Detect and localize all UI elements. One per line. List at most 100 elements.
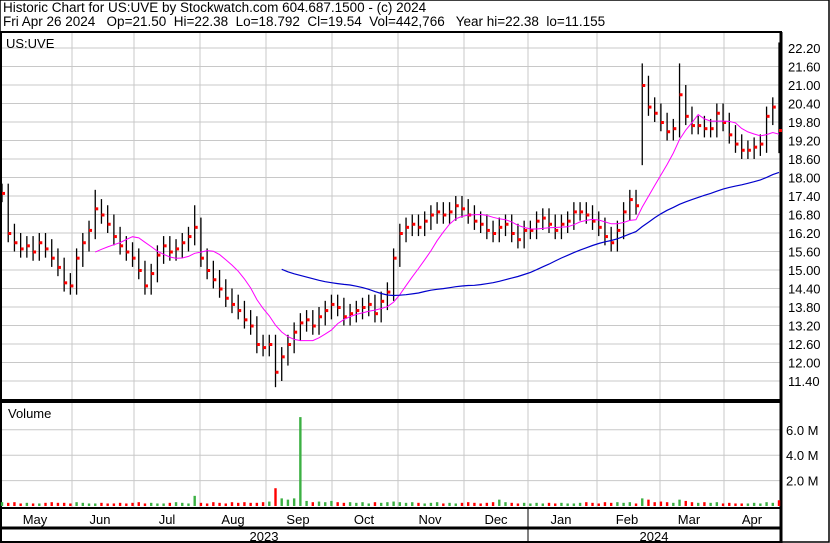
close-tick [399, 232, 403, 235]
volume-bar [174, 502, 178, 506]
volume-bar [572, 503, 576, 506]
close-tick [194, 225, 198, 229]
volume-bar [348, 502, 352, 506]
volume-bar [218, 502, 221, 506]
close-tick [14, 241, 18, 245]
volume-bar [448, 502, 451, 506]
close-tick [256, 343, 260, 346]
close-tick [89, 228, 93, 232]
close-tick [8, 232, 12, 235]
volume-bar [435, 502, 439, 506]
volume-bar [249, 502, 252, 506]
price-tick-label: 15.00 [788, 263, 821, 278]
volume-bar [560, 502, 563, 506]
close-tick [443, 213, 447, 217]
close-tick [505, 222, 509, 226]
close-tick [306, 318, 310, 322]
volume-bar [13, 502, 16, 506]
close-tick [200, 256, 204, 260]
close-tick [138, 269, 142, 272]
price-tick-label: 12.60 [788, 337, 821, 352]
volume-bar [106, 503, 109, 506]
price-chart: 22.20 21.60 21.00 20.40 19.80 19.20 18.60 18.00… [0, 0, 830, 543]
close-tick [51, 256, 55, 260]
volume-bar [641, 498, 644, 506]
volume-bar [50, 502, 53, 506]
close-tick [319, 315, 323, 319]
price-tick-label: 16.20 [788, 226, 821, 241]
close-tick [679, 93, 683, 97]
close-tick [281, 355, 285, 359]
volume-bar [330, 500, 333, 506]
volume-bar [647, 499, 650, 506]
volume-bar [243, 502, 246, 506]
close-tick [57, 265, 61, 269]
close-tick [449, 210, 453, 214]
volume-bar [255, 502, 259, 506]
volume-bar [81, 502, 85, 506]
volume-bar [522, 502, 526, 506]
volume-bar [765, 502, 768, 506]
price-tick-label: 19.80 [788, 115, 821, 130]
close-tick [312, 324, 316, 328]
close-tick [573, 210, 577, 214]
volume-bar [591, 502, 594, 506]
volume-bar [460, 502, 464, 506]
volume-bar [398, 502, 402, 506]
month-label-dec: Dec [484, 512, 508, 527]
volume-bar [7, 502, 10, 506]
close-tick [517, 238, 521, 242]
close-tick [263, 346, 267, 350]
close-tick [269, 343, 273, 346]
volume-bar [423, 503, 426, 506]
volume-bar [118, 502, 122, 506]
close-tick [499, 225, 503, 229]
price-tick-label: 17.40 [788, 189, 821, 204]
close-tick [381, 299, 385, 303]
volume-bar [311, 502, 314, 506]
price-tick-label: 13.80 [788, 300, 821, 315]
volume-bar [603, 502, 607, 506]
close-tick [219, 287, 223, 291]
month-label-feb: Feb [616, 512, 638, 527]
close-tick [536, 219, 540, 223]
close-tick [586, 213, 590, 217]
volume-bar [224, 503, 227, 506]
volume-bar [442, 503, 445, 506]
close-tick [163, 244, 167, 248]
volume-bar [622, 502, 625, 506]
volume-label: Volume [8, 406, 51, 421]
close-tick [704, 127, 708, 131]
month-label-mar: Mar [678, 512, 701, 527]
month-label-aug: Aug [221, 512, 244, 527]
volume-bar [516, 503, 520, 506]
volume-bar [759, 503, 762, 506]
volume-bar [355, 502, 358, 506]
month-label-jul: Jul [159, 512, 176, 527]
volume-bar [634, 503, 638, 506]
close-tick [33, 250, 37, 254]
volume-bar [566, 503, 569, 506]
price-tick-label: 12.00 [788, 356, 821, 371]
volume-bar [734, 503, 737, 506]
close-tick [325, 309, 329, 313]
close-tick [2, 191, 5, 195]
close-tick [169, 250, 173, 254]
volume-bar [752, 502, 756, 506]
close-tick [113, 235, 117, 239]
volume-bar [609, 502, 613, 506]
volume-bar [305, 500, 308, 506]
volume-bar [672, 502, 675, 506]
volume-bar [417, 502, 420, 506]
close-tick [747, 148, 751, 152]
close-tick [362, 306, 366, 309]
price-tick-label: 15.60 [788, 245, 821, 260]
volume-bar [292, 498, 296, 506]
volume-bar [411, 502, 414, 506]
volume-bar [317, 501, 321, 506]
close-tick [480, 222, 484, 226]
close-tick [144, 284, 148, 288]
volume-bar [342, 502, 346, 506]
close-tick [20, 247, 24, 251]
close-tick [617, 228, 621, 232]
